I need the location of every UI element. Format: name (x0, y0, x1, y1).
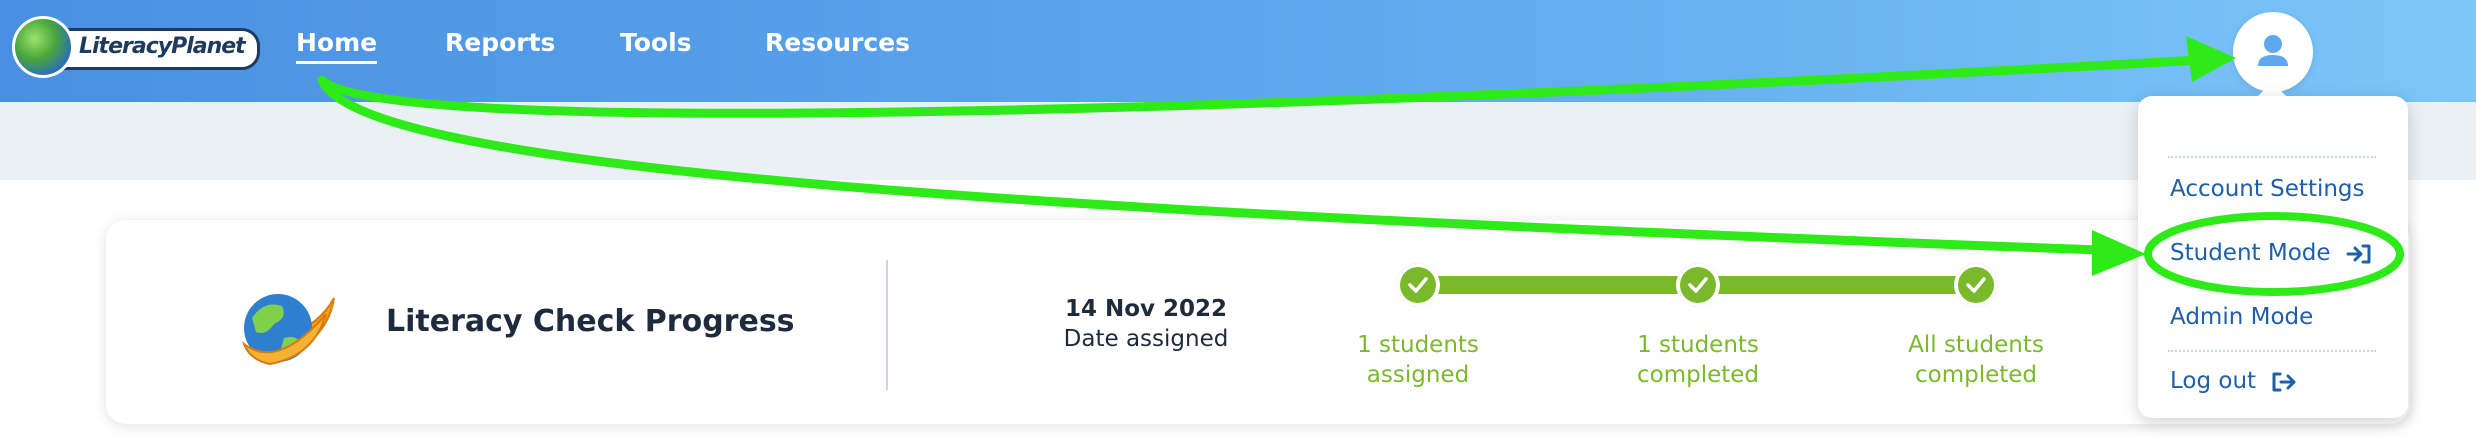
menu-item-admin-mode[interactable]: Admin Mode (2170, 304, 2313, 330)
step-completed-check (1676, 263, 1720, 307)
card-title: Literacy Check Progress (386, 304, 795, 339)
step-completed-label: 1 students completed (1598, 330, 1798, 390)
menu-item-label: Student Mode (2170, 240, 2331, 266)
menu-item-label: Log out (2170, 368, 2257, 394)
step-completed-line2: completed (1636, 362, 1760, 388)
menu-divider (2168, 156, 2376, 158)
step-all-completed-line1: All students (1908, 332, 2044, 358)
nav-resources[interactable]: Resources (765, 28, 910, 57)
logo-text: LiteracyPlanet (42, 28, 260, 70)
literacy-check-progress-card: Literacy Check Progress 14 Nov 2022 Date… (106, 220, 2410, 424)
menu-item-student-mode[interactable]: Student Mode (2170, 240, 2372, 266)
nav-tools[interactable]: Tools (620, 28, 692, 57)
user-icon (2258, 35, 2288, 66)
check-icon (1408, 277, 1428, 293)
check-icon (1688, 277, 1708, 293)
user-dropdown-menu: Account Settings Student Mode Admin Mode… (2138, 96, 2408, 418)
menu-item-label: Account Settings (2170, 176, 2365, 202)
step-all-completed-line2: completed (1914, 362, 2038, 388)
step-all-completed-label: All students completed (1876, 330, 2076, 390)
top-navigation-bar: LiteracyPlanet Home Reports Tools Resour… (0, 0, 2476, 102)
step-assigned-line1: 1 students (1357, 332, 1479, 358)
date-assigned-value: 14 Nov 2022 (1064, 296, 1228, 322)
globe-icon (12, 16, 74, 78)
card-divider (886, 260, 888, 390)
menu-divider (2168, 350, 2376, 352)
user-avatar-button[interactable] (2233, 12, 2313, 92)
nav-home[interactable]: Home (296, 28, 378, 64)
menu-item-label: Admin Mode (2170, 304, 2314, 330)
literacyplanet-logo[interactable]: LiteracyPlanet (12, 14, 260, 84)
planet-swoosh-icon (241, 294, 335, 366)
step-completed-line1: 1 students (1637, 332, 1759, 358)
nav-reports[interactable]: Reports (445, 28, 555, 57)
sign-out-icon (2272, 372, 2296, 391)
check-icon (1966, 277, 1986, 293)
step-all-completed-check (1954, 263, 1998, 307)
date-assigned-label: Date assigned (1063, 326, 1229, 352)
sign-in-icon (2346, 244, 2371, 263)
menu-item-account-settings[interactable]: Account Settings (2170, 176, 2365, 202)
menu-item-log-out[interactable]: Log out (2170, 368, 2297, 394)
step-assigned-check (1396, 263, 1440, 307)
step-assigned-label: 1 students assigned (1318, 330, 1518, 390)
step-assigned-line2: assigned (1366, 362, 1470, 388)
subheader-strip (0, 102, 2476, 180)
